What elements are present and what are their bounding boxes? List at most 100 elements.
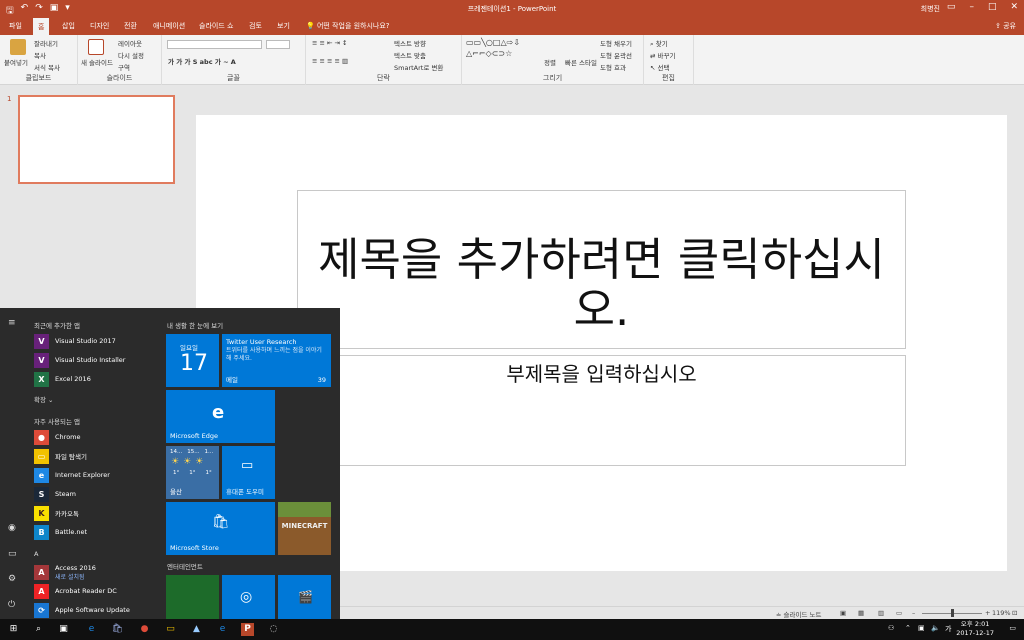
internet-explorer-icon[interactable]: e xyxy=(216,623,229,636)
layout-button[interactable]: 레이아웃 xyxy=(118,38,142,48)
minecraft-tile[interactable]: MINECRAFT xyxy=(278,502,331,555)
paste-button[interactable]: 붙여넣기 xyxy=(4,57,28,67)
settings-icon[interactable]: ⚙ xyxy=(8,574,16,584)
tab-insert[interactable]: 삽입 xyxy=(62,21,75,31)
app-item-vs-installer[interactable]: V Visual Studio Installer xyxy=(34,352,158,368)
edge-tile[interactable]: e Microsoft Edge xyxy=(166,390,275,443)
chrome-icon[interactable]: ● xyxy=(138,623,151,636)
shapes-gallery-icon[interactable]: ▭▭╲○□△⇨⇩ xyxy=(466,38,520,47)
power-icon[interactable]: ⏻ xyxy=(8,600,15,610)
search-icon[interactable]: ⌕ xyxy=(32,623,45,636)
app-item-excel[interactable]: X Excel 2016 xyxy=(34,371,158,387)
view-sorter-icon[interactable]: ▦ xyxy=(858,609,864,617)
close-icon[interactable]: ✕ xyxy=(1010,2,1018,12)
app-item-acrobat[interactable]: A Acrobat Reader DC xyxy=(34,583,158,599)
find-button[interactable]: ⌕ 찾기 xyxy=(650,38,668,49)
app-item-ie[interactable]: e Internet Explorer xyxy=(34,467,158,483)
app-item-kakaotalk[interactable]: K 카카오톡 xyxy=(34,505,158,521)
tab-transitions[interactable]: 전환 xyxy=(124,21,137,31)
tab-review[interactable]: 검토 xyxy=(249,21,262,31)
ime-indicator[interactable]: 가 xyxy=(945,624,951,634)
quick-styles-button[interactable]: 빠른 스타일 xyxy=(565,57,597,67)
text-direction-button[interactable]: 텍스트 방향 xyxy=(394,38,426,48)
clock[interactable]: 오후 2:01 2017-12-17 xyxy=(956,620,994,638)
task-view-icon[interactable]: ▣ xyxy=(57,623,70,636)
tab-home[interactable]: 홈 xyxy=(33,18,50,35)
shape-fill-button[interactable]: 도형 채우기 xyxy=(600,38,632,48)
zoom-out-icon[interactable]: – xyxy=(912,609,915,617)
tab-animations[interactable]: 애니메이션 xyxy=(153,21,185,31)
app-item-file-explorer[interactable]: ▭ 파일 탐색기 xyxy=(34,448,158,464)
phone-companion-tile[interactable]: ▭ 휴대폰 도우미 xyxy=(222,446,275,499)
zoom-level[interactable]: 119% xyxy=(992,609,1011,617)
bullets-icon[interactable]: ≡ ≡ ⇤ ⇥ ↕ xyxy=(312,39,348,47)
people-icon[interactable]: ⚇ xyxy=(888,624,894,632)
slide-thumbnail[interactable] xyxy=(18,95,175,184)
zoom-in-icon[interactable]: + xyxy=(985,609,990,617)
zoom-slider-thumb[interactable] xyxy=(951,609,954,617)
expand-button[interactable]: 확장 ⌄ xyxy=(34,394,54,404)
cut-button[interactable]: 잘라내기 xyxy=(34,38,58,48)
title-placeholder[interactable]: 제목을 추가하려면 클릭하십시오. xyxy=(297,190,906,349)
align-text-button[interactable]: 텍스트 맞춤 xyxy=(394,50,426,60)
folder-icon[interactable]: ▭ xyxy=(164,623,177,636)
tab-view[interactable]: 보기 xyxy=(277,21,290,31)
font-size-select[interactable] xyxy=(266,40,290,49)
edge-icon[interactable]: e xyxy=(85,623,98,636)
reset-button[interactable]: 다시 설정 xyxy=(118,50,144,60)
app-item-chrome[interactable]: ● Chrome xyxy=(34,429,158,445)
store-tile[interactable]: 🛍 Microsoft Store xyxy=(166,502,275,555)
tell-me-search[interactable]: 💡 어떤 작업을 원하시나요? xyxy=(306,21,390,31)
new-slide-icon[interactable] xyxy=(88,39,104,55)
user-name[interactable]: 최병진 xyxy=(921,4,940,14)
groove-music-tile[interactable]: ◎ xyxy=(222,575,275,619)
bold-icon[interactable]: 가 가 가 S abc 가 ~ A xyxy=(168,56,236,66)
copy-button[interactable]: 복사 xyxy=(34,50,46,60)
app-item-visual-studio[interactable]: V Visual Studio 2017 xyxy=(34,333,158,349)
account-icon[interactable]: ◉ xyxy=(8,523,16,533)
section-button[interactable]: 구역 xyxy=(118,62,130,72)
tab-file[interactable]: 파일 xyxy=(9,21,22,31)
fit-slide-icon[interactable]: ⊡ xyxy=(1012,609,1017,617)
subtitle-placeholder[interactable]: 부제목을 입력하십시오 xyxy=(297,355,906,466)
app-item-steam[interactable]: S Steam xyxy=(34,486,158,502)
powerpoint-icon[interactable]: P xyxy=(241,623,254,636)
align-icon[interactable]: ≡ ≡ ≡ ≡ ▥ xyxy=(312,57,348,65)
documents-icon[interactable]: ▭ xyxy=(8,549,17,559)
tab-slideshow[interactable]: 슬라이드 쇼 xyxy=(199,21,233,31)
app-item-battlenet[interactable]: B Battle.net xyxy=(34,524,158,540)
notes-button[interactable]: ≐ 슬라이드 노트 xyxy=(776,609,821,619)
shape-outline-button[interactable]: 도형 윤곽선 xyxy=(600,50,632,60)
store-icon[interactable]: 🛍 xyxy=(111,623,124,636)
notifications-icon[interactable]: ▭ xyxy=(1009,624,1016,632)
weather-tile[interactable]: 14... 15... 1... ☀☀☀ 1° 1° 1° 울산 xyxy=(166,446,219,499)
volume-icon[interactable]: 🔈 xyxy=(931,624,940,632)
view-normal-icon[interactable]: ▣ xyxy=(840,609,846,617)
ribbon-display-icon[interactable]: ▭ xyxy=(947,2,956,12)
paste-icon[interactable] xyxy=(10,39,26,55)
windows-start-icon[interactable]: ⊞ xyxy=(7,623,20,636)
movies-tile[interactable]: 🎬 xyxy=(278,575,331,619)
arrange-button[interactable]: 정렬 xyxy=(544,57,556,67)
share-button[interactable]: ⇪ 공유 xyxy=(995,21,1016,31)
app-item-apple-update[interactable]: ⟳ Apple Software Update xyxy=(34,602,158,618)
network-app-icon[interactable]: ▲ xyxy=(190,623,203,636)
app-item-access[interactable]: A Access 2016 새로 설치됨 xyxy=(34,562,158,582)
format-painter-button[interactable]: 서식 복사 xyxy=(34,62,60,72)
chevron-up-icon[interactable]: ⌃ xyxy=(905,624,911,632)
calendar-tile[interactable]: 일요일 17 xyxy=(166,334,219,387)
misc-app-icon[interactable]: ◌ xyxy=(267,623,280,636)
minimize-icon[interactable]: – xyxy=(969,2,974,12)
xbox-tile[interactable] xyxy=(166,575,219,619)
hamburger-icon[interactable]: ≡ xyxy=(8,318,16,328)
network-icon[interactable]: ▣ xyxy=(918,624,925,632)
font-name-select[interactable] xyxy=(167,40,262,49)
view-reading-icon[interactable]: ▥ xyxy=(878,609,884,617)
tab-design[interactable]: 디자인 xyxy=(90,21,109,31)
replace-button[interactable]: ⇄ 바꾸기 xyxy=(650,50,675,60)
convert-smartart-button[interactable]: SmartArt로 변환 xyxy=(394,62,443,72)
letter-header[interactable]: A xyxy=(34,550,38,558)
select-button[interactable]: ↖ 선택 xyxy=(650,62,670,72)
mail-tile[interactable]: Twitter User Research 트위터를 사용하며 느끼는 점을 이… xyxy=(222,334,331,387)
new-slide-button[interactable]: 새 슬라이드 xyxy=(81,57,113,67)
